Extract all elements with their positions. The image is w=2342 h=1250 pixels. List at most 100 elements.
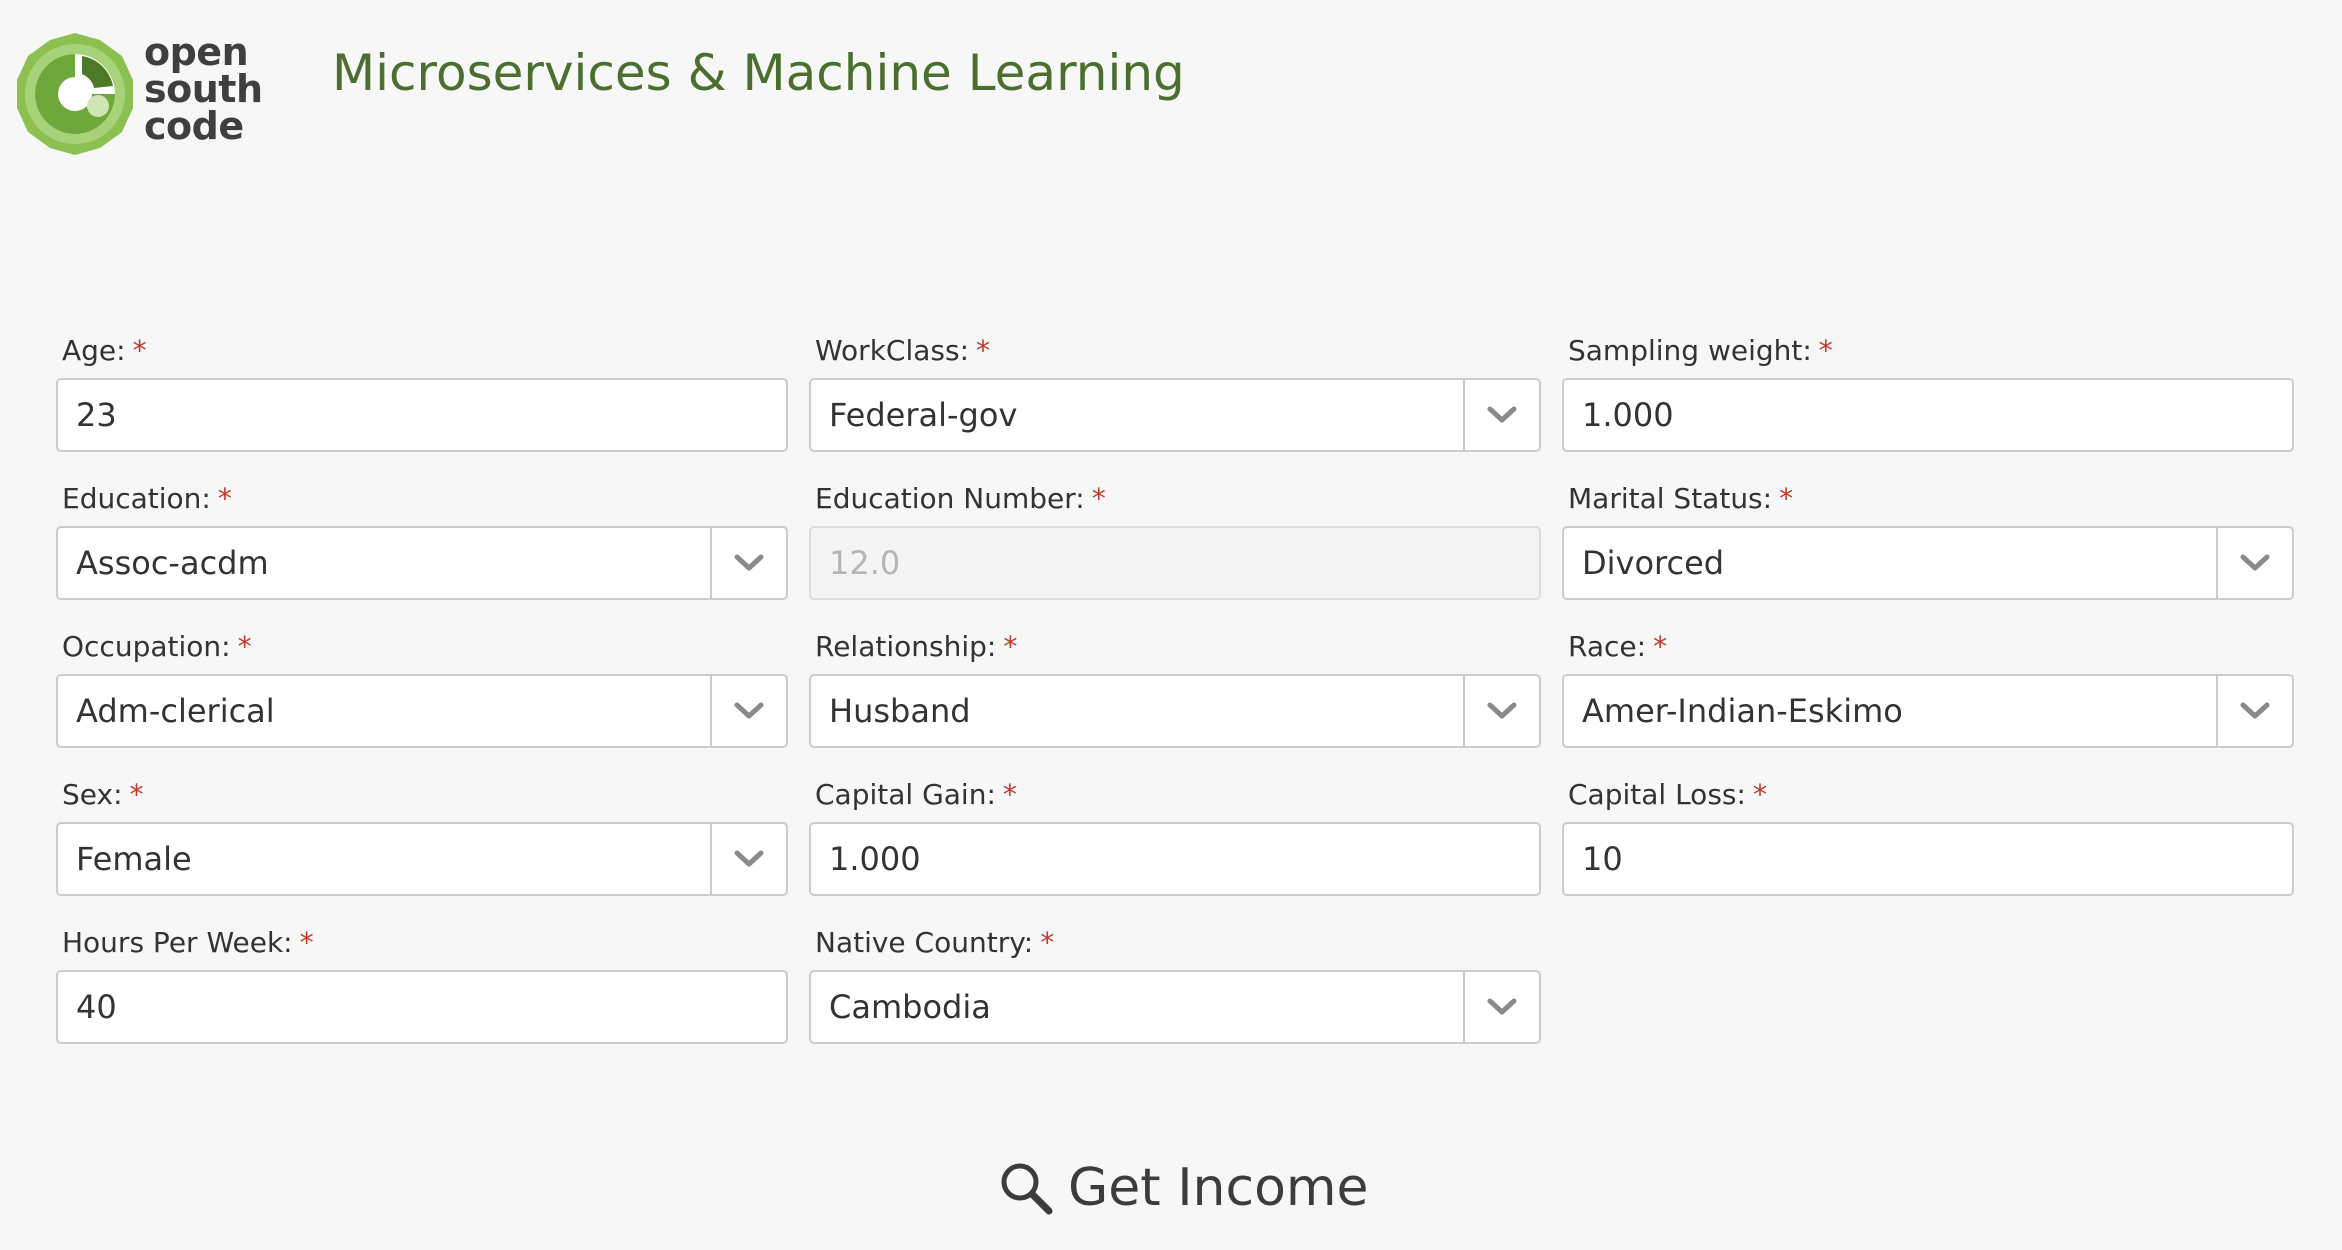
select-value: Adm-clerical [76,692,275,730]
field-marital-status: Marital Status: * Divorced [1562,476,2294,624]
dropdown-toggle[interactable] [1463,676,1539,746]
open-south-code-logo[interactable]: open south code [10,30,280,160]
field-label-text: Occupation: [62,630,231,663]
native-country-select[interactable]: Cambodia [809,970,1541,1044]
field-sex: Sex: * Female [56,772,788,920]
capital-gain-input[interactable] [811,824,1539,894]
required-marker: * [129,778,144,811]
required-marker: * [1003,630,1018,663]
get-income-button[interactable]: Get Income [998,1148,1369,1228]
age-input[interactable] [58,380,786,450]
field-occupation: Occupation: * Adm-clerical [56,624,788,772]
dropdown-toggle[interactable] [2216,676,2292,746]
required-marker: * [132,334,147,367]
capital-gain-field[interactable] [809,822,1541,896]
capital-loss-input[interactable] [1564,824,2292,894]
dropdown-toggle[interactable] [2216,528,2292,598]
field-label-text: Marital Status: [1568,482,1773,515]
dropdown-toggle[interactable] [710,676,786,746]
required-marker: * [1653,630,1668,663]
select-value: Assoc-acdm [76,544,269,582]
get-income-label: Get Income [1068,1158,1369,1218]
search-icon [1001,1163,1053,1215]
capital-loss-field[interactable] [1562,822,2294,896]
workclass-select[interactable]: Federal-gov [809,378,1541,452]
logo-line-code: code [144,104,244,148]
select-value: Cambodia [829,988,991,1026]
field-native-country: Native Country: * Cambodia [809,920,1541,1068]
field-label: WorkClass: * [809,328,1541,378]
select-value: Husband [829,692,971,730]
hours-per-week-input[interactable] [58,972,786,1042]
field-label: Race: * [1562,624,2294,674]
field-label: Occupation: * [56,624,788,674]
field-age: Age: * [56,328,788,476]
chevron-down-icon [1487,998,1517,1015]
field-label-text: Relationship: [815,630,997,663]
chevron-down-icon [1487,406,1517,423]
field-label: Capital Gain: * [809,772,1541,822]
marital-status-select[interactable]: Divorced [1562,526,2294,600]
field-label-text: WorkClass: [815,334,969,367]
required-marker: * [1040,926,1055,959]
dropdown-toggle[interactable] [1463,972,1539,1042]
required-marker: * [976,334,990,367]
required-marker: * [1818,334,1833,367]
field-education-number: Education Number: * [809,476,1541,624]
field-label-text: Sex: [62,778,123,811]
field-workclass: WorkClass: * Federal-gov [809,328,1541,476]
field-label: Marital Status: * [1562,476,2294,526]
field-label: Age: * [56,328,788,378]
select-value: Divorced [1582,544,1725,582]
chevron-down-icon [2240,554,2270,571]
age-field[interactable] [56,378,788,452]
dropdown-toggle[interactable] [710,824,786,894]
required-marker: * [237,630,252,663]
chevron-down-icon [734,554,764,571]
logo-mark-icon [17,33,133,155]
dropdown-toggle[interactable] [710,528,786,598]
required-marker: * [1091,482,1106,515]
field-label-text: Race: [1568,630,1647,663]
field-label-text: Capital Gain: [815,778,996,811]
race-select[interactable]: Amer-Indian-Eskimo [1562,674,2294,748]
sampling-weight-field[interactable] [1562,378,2294,452]
sampling-weight-input[interactable] [1564,380,2292,450]
field-capital-gain: Capital Gain: * [809,772,1541,920]
field-label: Sampling weight: * [1562,328,2294,378]
required-marker: * [217,482,232,515]
page-title: Microservices & Machine Learning [332,44,1185,102]
hours-per-week-field[interactable] [56,970,788,1044]
dropdown-toggle[interactable] [1463,380,1539,450]
field-education: Education: * Assoc-acdm [56,476,788,624]
logo-wordmark: open south code [144,33,284,148]
chevron-down-icon [1487,702,1517,719]
field-label-text: Age: [62,334,126,367]
field-label-text: Hours Per Week: [62,926,293,959]
chevron-down-icon [734,702,764,719]
sex-select[interactable]: Female [56,822,788,896]
chevron-down-icon [734,850,764,867]
field-label: Education Number: * [809,476,1541,526]
field-label-text: Education: [62,482,211,515]
education-select[interactable]: Assoc-acdm [56,526,788,600]
education-number-input [811,528,1539,598]
field-relationship: Relationship: * Husband [809,624,1541,772]
chevron-down-icon [2240,702,2270,719]
field-hours-per-week: Hours Per Week: * [56,920,788,1068]
field-sampling-weight: Sampling weight: * [1562,328,2294,476]
field-label: Capital Loss: * [1562,772,2294,822]
relationship-select[interactable]: Husband [809,674,1541,748]
logo-line-south: south [144,67,263,111]
select-value: Amer-Indian-Eskimo [1582,692,1903,730]
occupation-select[interactable]: Adm-clerical [56,674,788,748]
required-marker: * [1779,482,1794,515]
field-label-text: Capital Loss: [1568,778,1746,811]
required-marker: * [1752,778,1767,811]
field-label: Hours Per Week: * [56,920,788,970]
field-label: Native Country: * [809,920,1541,970]
field-race: Race: * Amer-Indian-Eskimo [1562,624,2294,772]
required-marker: * [1002,778,1017,811]
page: open south code Microservices & Machine … [0,0,2342,1250]
field-capital-loss: Capital Loss: * [1562,772,2294,920]
